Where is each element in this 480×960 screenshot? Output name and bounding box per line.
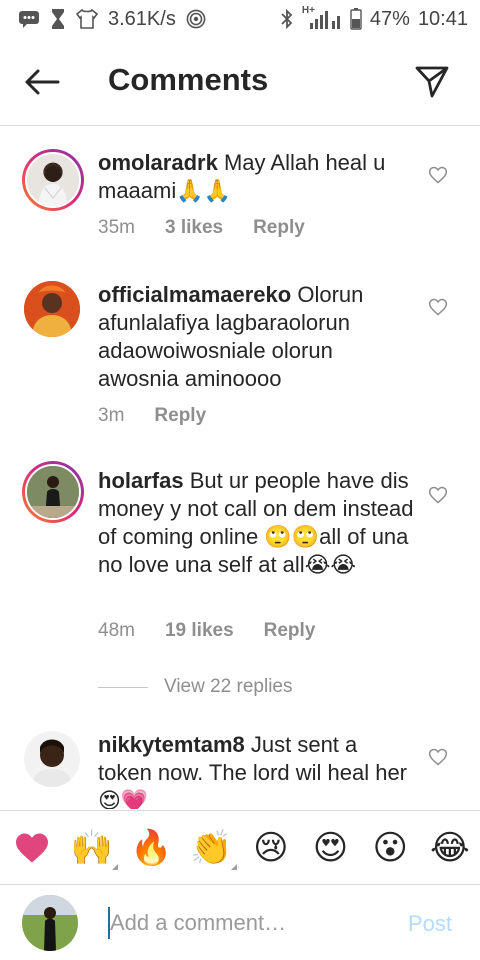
comment-text: officialmamaereko Olorun afunlalafiya la… — [98, 281, 414, 393]
skin-tone-indicator — [231, 863, 238, 870]
comment-time: 35m — [98, 217, 135, 238]
clock: 10:41 — [417, 7, 468, 30]
avatar[interactable] — [22, 149, 84, 211]
hotspot-icon — [186, 9, 206, 29]
share-button[interactable] — [410, 60, 454, 104]
battery-level: 47% — [369, 7, 410, 30]
comment-username[interactable]: nikkytemtam8 — [98, 732, 245, 757]
raising-hands-emoji-button[interactable]: 🙌 — [70, 827, 118, 870]
comment-username[interactable]: omolaradrk — [98, 150, 218, 175]
page-title: Comments — [108, 62, 269, 97]
emoji-glyph: 😮 — [372, 827, 408, 868]
my-avatar — [22, 895, 78, 951]
likes-count[interactable]: 3 likes — [165, 217, 223, 239]
quick-emoji-bar: 🙌 🔥 👏 😢 😍 😮 😂 — [0, 810, 480, 884]
comment-composer: Post — [0, 884, 480, 960]
avatar[interactable] — [24, 281, 80, 337]
heart-icon — [16, 832, 48, 863]
signal-icon: H+ — [301, 5, 342, 30]
view-replies-label: View 22 replies — [164, 676, 293, 697]
heart-emoji-button[interactable] — [12, 828, 52, 868]
battery-icon — [350, 8, 362, 30]
clapping-hands-emoji-button[interactable]: 👏 — [189, 827, 238, 870]
like-heart-icon[interactable] — [428, 485, 448, 505]
emoji-glyph: 👏 — [189, 827, 233, 868]
post-button[interactable]: Post — [408, 911, 452, 937]
comment-text: nikkytemtam8 Just sent a token now. The … — [98, 731, 414, 809]
like-heart-icon[interactable] — [428, 747, 448, 767]
comment-meta: 3m Reply — [98, 405, 206, 427]
comment-username[interactable]: officialmamaereko — [98, 282, 291, 307]
net-speed: 3.61K/s — [108, 7, 176, 30]
shirt-icon — [76, 9, 98, 29]
comment-username[interactable]: holarfas — [98, 468, 184, 493]
status-bar: 3.61K/s H+ 47% 10:41 — [0, 0, 480, 38]
laughing-face-emoji-button[interactable]: 😂 — [430, 828, 470, 868]
network-type: H+ — [301, 5, 315, 16]
comment-time: 3m — [98, 405, 125, 426]
emoji-glyph: 🔥 — [130, 827, 173, 868]
comment-text: holarfas But ur people have dis money y … — [98, 467, 414, 579]
back-button[interactable] — [20, 62, 64, 102]
comment-meta: 48m 19 likes Reply — [98, 620, 315, 642]
comment-time: 48m — [98, 620, 135, 641]
emoji-glyph: 😢 — [253, 827, 289, 868]
comment-text: omolaradrk May Allah heal u maaami🙏🙏 — [98, 149, 414, 205]
view-replies-button[interactable]: View 22 replies — [98, 676, 293, 698]
message-icon — [18, 9, 40, 29]
bluetooth-icon — [280, 8, 294, 30]
replies-divider — [98, 686, 148, 688]
hourglass-icon — [50, 8, 66, 30]
paper-plane-icon — [415, 66, 449, 98]
avatar[interactable] — [24, 731, 80, 787]
surprised-face-emoji-button[interactable]: 😮 — [370, 828, 410, 868]
like-heart-icon[interactable] — [428, 297, 448, 317]
heart-eyes-emoji-button[interactable]: 😍 — [311, 828, 351, 868]
like-heart-icon[interactable] — [428, 165, 448, 185]
emoji-glyph: 😂 — [430, 827, 470, 868]
comment-input[interactable] — [110, 903, 390, 943]
crying-face-emoji-button[interactable]: 😢 — [251, 828, 291, 868]
comment-meta: 35m 3 likes Reply — [98, 217, 305, 239]
skin-tone-indicator — [111, 863, 118, 870]
arrow-left-icon — [25, 69, 60, 95]
emoji-glyph: 😍 — [312, 827, 349, 868]
reply-button[interactable]: Reply — [264, 620, 316, 642]
likes-count[interactable]: 19 likes — [165, 620, 234, 642]
comments-list[interactable]: omolaradrk May Allah heal u maaami🙏🙏 35m… — [0, 127, 480, 809]
avatar[interactable] — [22, 461, 84, 523]
reply-button[interactable]: Reply — [154, 405, 206, 427]
fire-emoji-button[interactable]: 🔥 — [130, 827, 173, 868]
reply-button[interactable]: Reply — [253, 217, 305, 239]
emoji-glyph: 🙌 — [70, 827, 113, 868]
top-app-bar: Comments — [0, 38, 480, 126]
